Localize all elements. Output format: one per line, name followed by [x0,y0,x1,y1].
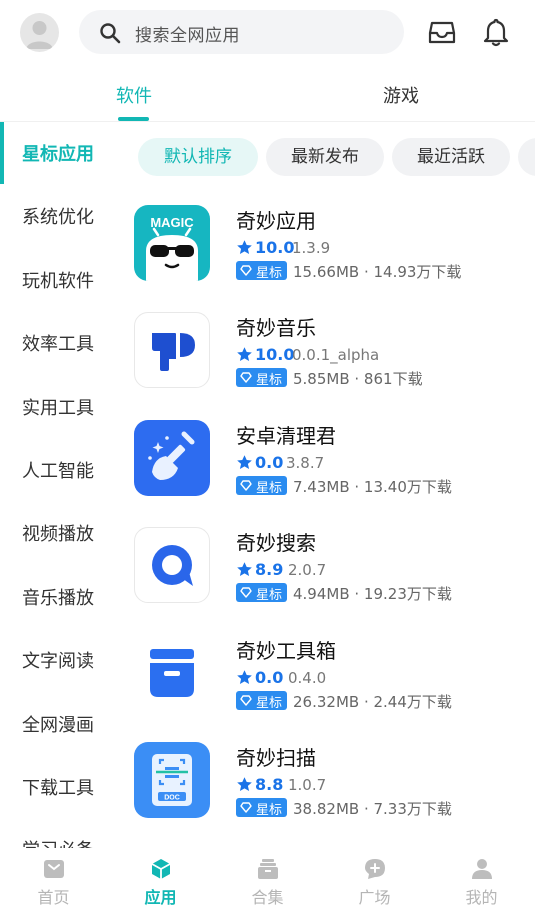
scan-icon: DOC [134,742,210,818]
nav-plaza[interactable]: 广场 [321,858,428,915]
magic-icon: MAGIC [134,205,210,281]
sidebar: 星标应用 系统优化 玩机软件 效率工具 实用工具 人工智能 视频播放 音乐播放 … [0,122,112,848]
diamond-icon [240,587,252,598]
app-name: 奇妙搜索 [236,531,316,555]
inbox-icon[interactable] [428,17,456,47]
size-downloads: 7.43MB · 13.40万下载 [293,478,452,496]
avatar[interactable] [20,13,59,52]
size-downloads: 38.82MB · 7.33万下载 [293,800,452,818]
svg-text:DOC: DOC [164,795,180,802]
sidebar-item-download[interactable]: 下载工具 [22,774,94,800]
tab-games[interactable]: 游戏 [383,82,419,108]
sidebar-active-indicator [0,122,4,184]
rating-score: 8.9 [255,560,284,579]
size-downloads: 4.94MB · 19.23万下载 [293,585,452,603]
app-version: 2.0.7 [288,561,327,579]
sidebar-item-utility[interactable]: 实用工具 [22,394,94,420]
app-version: 3.8.7 [286,454,325,472]
star-badge: 星标 [236,476,287,496]
app-name: 奇妙扫描 [236,746,316,770]
search-placeholder: 搜索全网应用 [135,26,240,46]
sidebar-item-efficiency[interactable]: 效率工具 [22,330,94,356]
sidebar-item-ai[interactable]: 人工智能 [22,457,94,483]
chip-recent-active[interactable]: 最近活跃 [392,138,510,176]
star-badge: 星标 [236,368,287,388]
nav-home[interactable]: 首页 [0,858,107,915]
rating-score: 0.0 [255,668,284,687]
chat-icon [364,859,385,879]
tab-software[interactable]: 软件 [116,82,152,108]
size-downloads: 5.85MB · 861下载 [293,370,423,388]
nav-collections[interactable]: 合集 [214,858,321,915]
size-downloads: 15.66MB · 14.93万下载 [293,263,462,281]
star-icon [237,240,252,254]
rating-score: 0.0 [255,453,284,472]
star-icon [237,777,252,791]
bell-icon[interactable] [482,17,510,47]
sidebar-item-system-optimize[interactable]: 系统优化 [22,203,94,229]
app-name: 奇妙应用 [236,209,316,233]
collection-icon [257,859,278,879]
app-list-item[interactable]: 安卓清理君 0.0 3.8.7 星标 7.43MB · 13.40万下载 [134,420,524,510]
home-icon [43,860,64,878]
sidebar-item-music[interactable]: 音乐播放 [22,584,94,610]
nav-apps[interactable]: 应用 [107,858,214,915]
app-version: 1.0.7 [288,776,327,794]
app-list-item[interactable]: 奇妙音乐 10.0 0.0.1_alpha 星标 5.85MB · 861下载 [134,312,524,402]
diamond-icon [240,695,252,706]
category-tabs: 软件 游戏 [0,72,535,122]
chip-more[interactable] [518,138,535,176]
app-list-item[interactable]: 奇妙工具箱 0.0 0.4.0 星标 26.32MB · 2.44万下载 [134,635,524,725]
search-bar[interactable]: 搜索全网应用 [79,10,404,54]
active-tab-indicator [118,117,149,121]
star-badge: 星标 [236,583,287,603]
sort-chips: 默认排序 最新发布 最近活跃 [138,138,535,176]
toolbox-icon [134,635,210,711]
app-name: 奇妙音乐 [236,316,316,340]
star-icon [237,562,252,576]
svg-text:MAGIC: MAGIC [150,215,194,230]
broom-icon [134,420,210,496]
diamond-icon [240,802,252,813]
diamond-icon [240,480,252,491]
user-avatar-icon [26,21,53,49]
app-page: 搜索全网应用 软件 游戏 星标应用 系统优化 玩机软件 效率工具 实用工具 人工… [0,0,535,915]
app-version: 0.4.0 [288,669,327,687]
star-icon [237,670,252,684]
sidebar-item-video[interactable]: 视频播放 [22,520,94,546]
rating-score: 8.8 [255,775,284,794]
star-badge: 星标 [236,261,287,281]
cube-icon [151,859,170,879]
star-icon [237,347,252,361]
sidebar-item-comics[interactable]: 全网漫画 [22,711,94,737]
user-icon [471,859,492,879]
star-badge: 星标 [236,691,287,711]
chip-latest[interactable]: 最新发布 [266,138,384,176]
sidebar-item-tinker[interactable]: 玩机软件 [22,267,94,293]
music-logo-icon [134,312,210,388]
app-list-item[interactable]: 奇妙搜索 8.9 2.0.7 星标 4.94MB · 19.23万下载 [134,527,524,617]
diamond-icon [240,265,252,276]
size-downloads: 26.32MB · 2.44万下载 [293,693,452,711]
star-icon [237,455,252,469]
sidebar-item-starred[interactable]: 星标应用 [22,140,94,166]
app-version: 1.3.9 [292,239,331,257]
sidebar-item-reading[interactable]: 文字阅读 [22,647,94,673]
search-logo-icon [134,527,210,603]
sidebar-item-study[interactable]: 学习必备 [22,836,94,848]
top-bar: 搜索全网应用 [0,0,535,66]
app-list-item[interactable]: DOC 奇妙扫描 8.8 1.0.7 星标 38.82MB · 7.33万下载 [134,742,524,832]
nav-mine[interactable]: 我的 [428,858,535,915]
rating-score: 10.0 [255,238,295,257]
chip-default-sort[interactable]: 默认排序 [138,138,258,176]
search-icon [100,23,121,44]
rating-score: 10.0 [255,345,295,364]
app-name: 安卓清理君 [236,424,336,448]
bottom-nav: 首页 应用 合集 广场 我的 [0,848,535,915]
diamond-icon [240,372,252,383]
app-version: 0.0.1_alpha [292,346,380,364]
app-name: 奇妙工具箱 [236,639,336,663]
star-badge: 星标 [236,798,287,818]
app-list-item[interactable]: MAGIC 奇妙应用 10.0 1.3.9 星标 15.66MB · 14.93… [134,205,524,295]
